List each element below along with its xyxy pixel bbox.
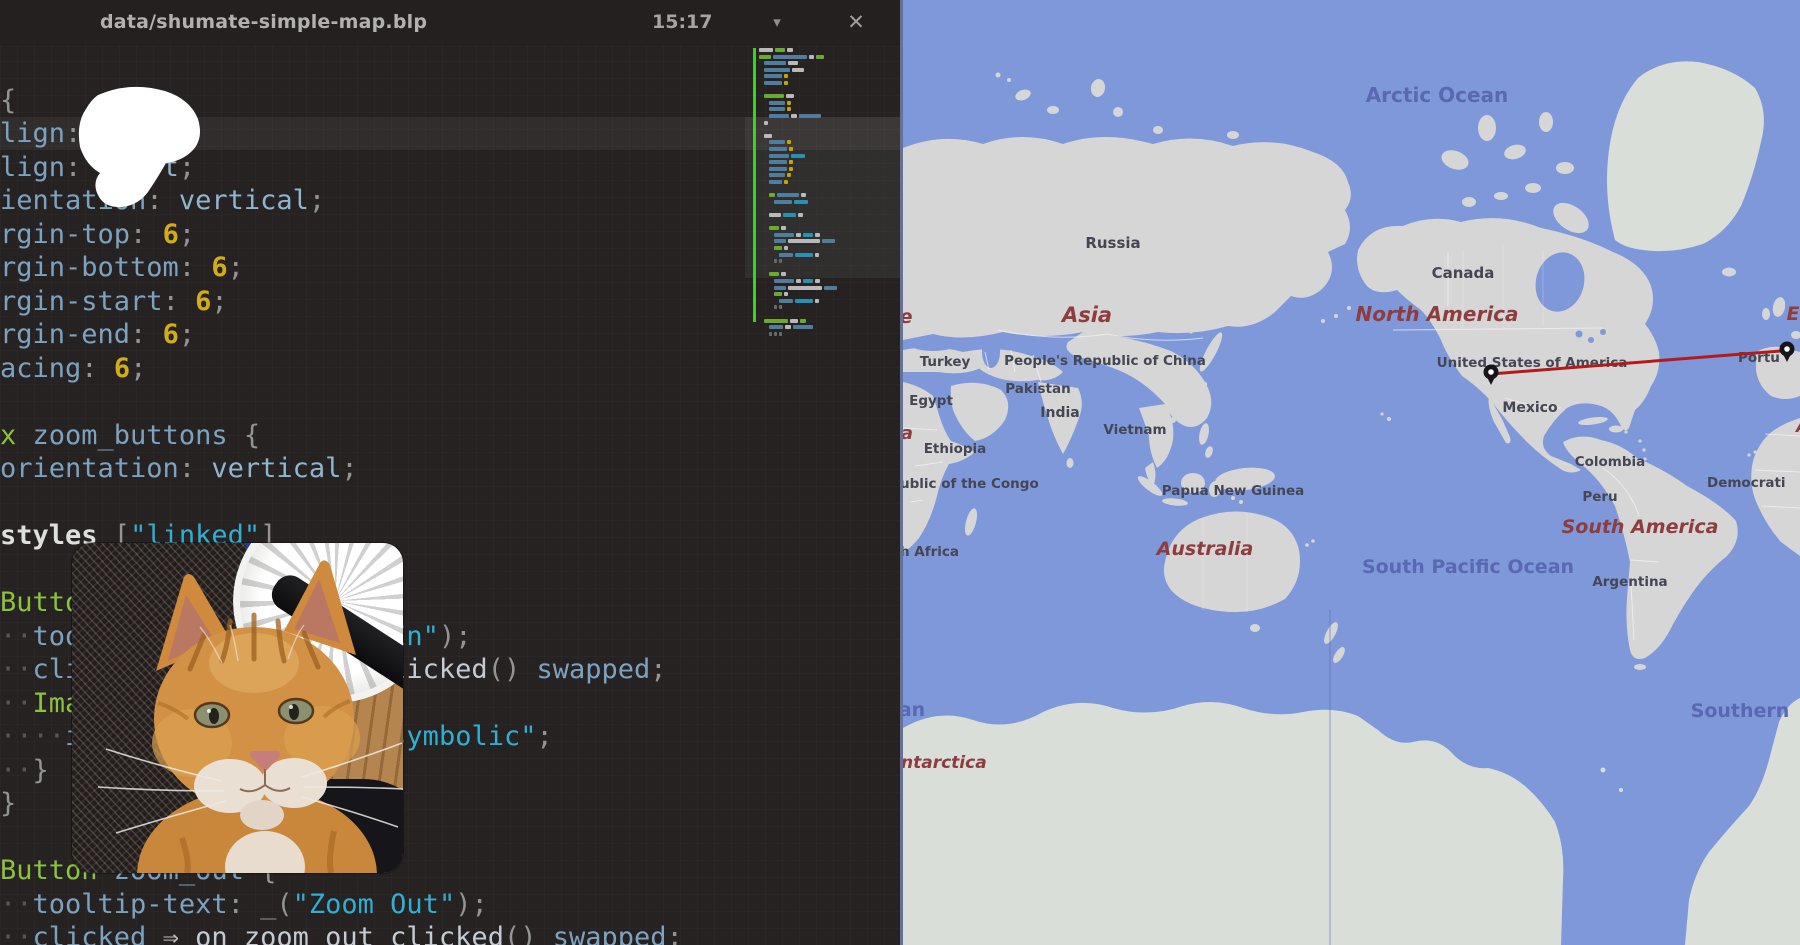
map-label: an (903, 699, 925, 721)
map-label: E (1787, 303, 1800, 325)
close-icon[interactable]: ✕ (840, 7, 872, 39)
minimap[interactable] (745, 44, 903, 384)
map-label: South Pacific Ocean (1362, 556, 1574, 578)
map-label: Colombia (1575, 454, 1646, 470)
map-label: Asia (1060, 303, 1112, 327)
map-label: a (903, 423, 913, 444)
clock: 15:17 (652, 0, 712, 44)
map-label: Democrati (1707, 475, 1786, 491)
map-label: Vietnam (1103, 422, 1166, 438)
map-label: Peru (1582, 489, 1617, 505)
map-label: h Africa (903, 544, 959, 560)
code-line: rgin-end: 6; (0, 318, 760, 352)
map-label: South America (1562, 516, 1719, 538)
map-label: Egypt (909, 393, 953, 409)
map-label: Russia (1085, 234, 1140, 252)
map-label: People's Republic of China (1004, 353, 1206, 369)
minimap-change-bar (753, 48, 756, 322)
code-line: acing: 6; (0, 352, 760, 386)
map-pane[interactable]: Arctic Ocean Russia Canada North America Uni… (900, 0, 1800, 945)
world-map[interactable]: Arctic Ocean Russia Canada North America Uni… (903, 0, 1800, 945)
code-line: rgin-top: 6; (0, 218, 760, 252)
builder-window: data/shumate-simple-map.blp 15:17 ▾ ✕ {l… (0, 0, 1800, 945)
map-label: India (1040, 405, 1079, 421)
titlebar: data/shumate-simple-map.blp 15:17 ▾ ✕ (0, 0, 903, 45)
editor-pane: data/shumate-simple-map.blp 15:17 ▾ ✕ {l… (0, 0, 903, 945)
file-title: data/shumate-simple-map.blp (100, 0, 427, 44)
map-label: North America (1355, 302, 1518, 326)
cat-illustration (72, 543, 403, 873)
map-label: United States of America (1437, 355, 1628, 371)
map-label: Australia (1155, 538, 1254, 560)
map-label: Mexico (1502, 400, 1558, 416)
cat-photo-overlay (72, 543, 403, 873)
code-line: rgin-bottom: 6; (0, 251, 760, 285)
code-line: { (0, 84, 760, 118)
map-label: Pakistan (1005, 381, 1070, 397)
map-label: Turkey (920, 354, 971, 370)
map-label: Papua New Guinea (1162, 483, 1305, 499)
code-line: orientation: vertical; (0, 452, 760, 486)
code-line: ientation: vertical; (0, 184, 760, 218)
map-label: ublic of the Congo (903, 476, 1039, 492)
code-line: x zoom_buttons { (0, 419, 760, 453)
code-line: lign: (0, 117, 760, 151)
map-label: Arctic Ocean (1366, 83, 1509, 107)
map-label: Southern (1691, 700, 1790, 722)
map-label: Canada (1432, 264, 1495, 282)
code-line: rgin-start: 6; (0, 285, 760, 319)
map-label: Ethiopia (924, 441, 987, 457)
code-line: ··tooltip-text: _("Zoom Out"); (0, 888, 760, 922)
code-line: lign: start; (0, 151, 760, 185)
code-line: ··clicked ⇒ on_zoom_out_clicked() swappe… (0, 921, 760, 945)
map-label: e (903, 306, 913, 328)
map-label: ntarctica (903, 753, 987, 773)
map-label: Argentina (1592, 574, 1667, 590)
chevron-down-icon[interactable]: ▾ (762, 8, 792, 38)
